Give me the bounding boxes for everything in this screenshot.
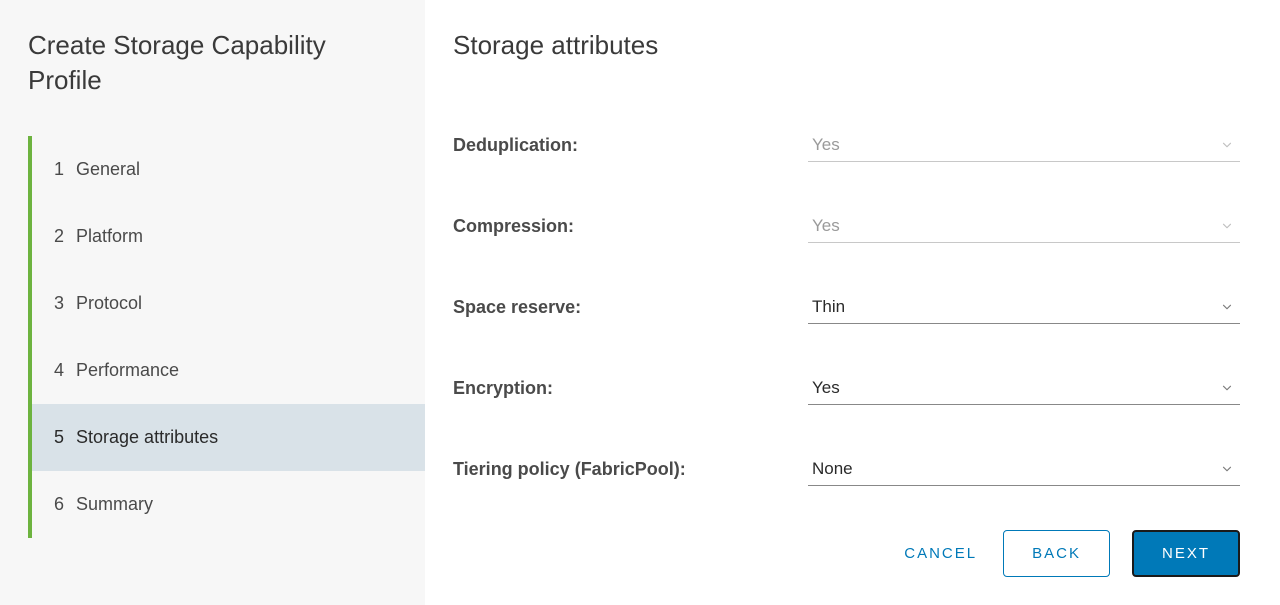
step-label: Platform xyxy=(76,226,143,247)
step-number: 2 xyxy=(54,226,64,247)
step-performance[interactable]: 4 Performance xyxy=(32,337,425,404)
label-deduplication: Deduplication: xyxy=(453,135,808,156)
select-value: None xyxy=(812,459,853,479)
chevron-down-icon xyxy=(1220,462,1234,476)
wizard-sidebar: Create Storage Capability Profile 1 Gene… xyxy=(0,0,425,605)
main-content: Storage attributes Deduplication: Yes Co… xyxy=(425,0,1280,605)
chevron-down-icon xyxy=(1220,300,1234,314)
chevron-down-icon xyxy=(1220,219,1234,233)
step-summary[interactable]: 6 Summary xyxy=(32,471,425,538)
chevron-down-icon xyxy=(1220,381,1234,395)
form-row-tiering-policy: Tiering policy (FabricPool): None xyxy=(453,453,1240,486)
form-row-deduplication: Deduplication: Yes xyxy=(453,129,1240,162)
select-value: Yes xyxy=(812,378,840,398)
select-tiering-policy[interactable]: None xyxy=(808,453,1240,486)
label-space-reserve: Space reserve: xyxy=(453,297,808,318)
select-value: Thin xyxy=(812,297,845,317)
select-value: Yes xyxy=(812,216,840,236)
form-row-encryption: Encryption: Yes xyxy=(453,372,1240,405)
label-tiering-policy: Tiering policy (FabricPool): xyxy=(453,459,808,480)
storage-attributes-form: Deduplication: Yes Compression: Yes Spac… xyxy=(453,129,1240,486)
step-number: 5 xyxy=(54,427,64,448)
wizard-steps: 1 General 2 Platform 3 Protocol 4 Perfor… xyxy=(28,136,425,538)
wizard-footer: CANCEL BACK NEXT xyxy=(900,530,1240,577)
chevron-down-icon xyxy=(1220,138,1234,152)
label-encryption: Encryption: xyxy=(453,378,808,399)
step-general[interactable]: 1 General xyxy=(32,136,425,203)
step-label: Protocol xyxy=(76,293,142,314)
back-button[interactable]: BACK xyxy=(1003,530,1110,577)
step-platform[interactable]: 2 Platform xyxy=(32,203,425,270)
step-number: 3 xyxy=(54,293,64,314)
step-number: 6 xyxy=(54,494,64,515)
step-number: 1 xyxy=(54,159,64,180)
select-value: Yes xyxy=(812,135,840,155)
next-button[interactable]: NEXT xyxy=(1132,530,1240,577)
step-storage-attributes[interactable]: 5 Storage attributes xyxy=(32,404,425,471)
select-encryption[interactable]: Yes xyxy=(808,372,1240,405)
page-title: Storage attributes xyxy=(453,30,1240,61)
step-label: Storage attributes xyxy=(76,427,218,448)
select-space-reserve[interactable]: Thin xyxy=(808,291,1240,324)
step-label: Performance xyxy=(76,360,179,381)
select-deduplication[interactable]: Yes xyxy=(808,129,1240,162)
select-compression[interactable]: Yes xyxy=(808,210,1240,243)
cancel-button[interactable]: CANCEL xyxy=(900,535,981,572)
form-row-compression: Compression: Yes xyxy=(453,210,1240,243)
step-number: 4 xyxy=(54,360,64,381)
label-compression: Compression: xyxy=(453,216,808,237)
wizard-title: Create Storage Capability Profile xyxy=(28,28,425,98)
form-row-space-reserve: Space reserve: Thin xyxy=(453,291,1240,324)
step-protocol[interactable]: 3 Protocol xyxy=(32,270,425,337)
step-label: General xyxy=(76,159,140,180)
step-label: Summary xyxy=(76,494,153,515)
